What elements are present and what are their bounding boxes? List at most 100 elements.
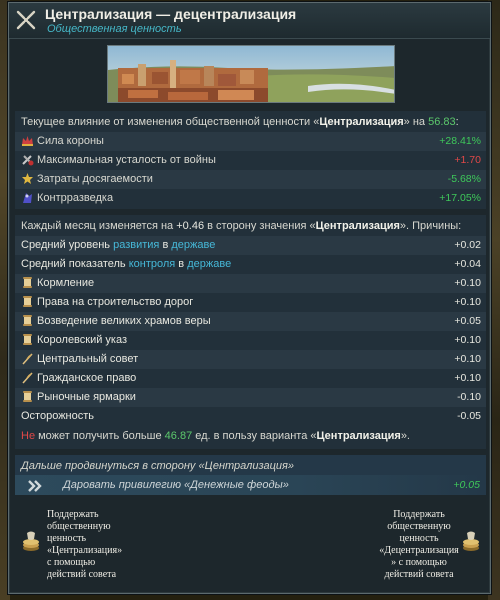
quill-icon — [21, 371, 34, 384]
reason-value: +0.10 — [454, 353, 481, 365]
influence-amount: 56.83 — [428, 116, 456, 128]
support-text-line: Поддержать — [47, 509, 99, 520]
effect-row: Сила короны +28.41% — [15, 132, 486, 151]
quill-icon — [21, 352, 34, 365]
reason-row-control: Средний показатель контроля в державе +0… — [15, 255, 486, 274]
support-text-line: Поддержать — [393, 509, 445, 520]
reason-value: +0.04 — [454, 258, 481, 270]
reason-label[interactable]: Рыночные ярмарки — [37, 391, 136, 403]
limit-value-name[interactable]: Централизация — [317, 430, 401, 442]
reason-label[interactable]: Гражданское право — [37, 372, 136, 384]
support-text-line: действий совета — [47, 569, 117, 580]
effect-row: Контрразведка +17.05% — [15, 189, 486, 208]
support-text-line: с помощью — [47, 557, 96, 568]
reason-value: +0.10 — [454, 277, 481, 289]
influence-header-mid: » на — [403, 116, 429, 128]
tooltip-subtitle: Общественная ценность — [47, 23, 182, 35]
scales-icon — [15, 9, 37, 31]
effect-value: +17.05% — [439, 192, 481, 204]
effect-label: Контрразведка — [37, 192, 114, 204]
reason-value: +0.02 — [454, 239, 481, 251]
reason-value: +0.05 — [454, 315, 481, 327]
influence-header: Текущее влияние от изменения общественно… — [15, 113, 486, 132]
reason-text: в — [159, 239, 172, 251]
current-influence-section: Текущее влияние от изменения общественно… — [15, 111, 486, 209]
limit-prefix: Не — [21, 430, 36, 442]
coin-icon[interactable] — [21, 530, 41, 554]
reason-value: +0.10 — [454, 334, 481, 346]
monthly-header-prefix: Каждый месяц изменяется на — [21, 220, 177, 232]
future-title: Дальше продвинуться в сторону «Централиз… — [21, 460, 295, 472]
influence-header-suffix: : — [455, 116, 459, 128]
support-text-line: «Централизация» — [47, 545, 123, 556]
limit-amount: 46.87 — [164, 430, 193, 442]
reason-label[interactable]: Права на строительство дорог — [37, 296, 193, 308]
support-centralization-button[interactable]: Поддержать общественную ценность «Центра… — [47, 509, 167, 581]
city-banner-image — [107, 45, 395, 103]
effect-value: +1.70 — [454, 154, 481, 166]
privilege-row[interactable]: Даровать привилегию «Денежные феоды» +0.… — [15, 475, 486, 495]
monthly-header-suffix: ». Причины: — [399, 220, 462, 232]
country-link[interactable]: державе — [187, 258, 231, 270]
monthly-header: Каждый месяц изменяется на +0.46 в сторо… — [15, 217, 486, 236]
tooltip-header: Централизация — децентрализация Обществе… — [9, 3, 490, 39]
effect-label: Затраты досягаемости — [37, 173, 153, 185]
effect-value: +28.41% — [439, 135, 481, 147]
monthly-header-mid: в сторону значения « — [204, 220, 316, 232]
limit-text: может получить больше — [35, 430, 165, 442]
effect-value: -5.68% — [447, 173, 481, 185]
influence-header-prefix: Текущее влияние от изменения общественно… — [21, 116, 320, 128]
reason-row: Гражданское право +0.10 — [15, 369, 486, 388]
support-text-line: действий совета — [384, 569, 454, 580]
reach-cost-icon — [21, 172, 34, 185]
monthly-value-name[interactable]: Централизация — [316, 220, 400, 232]
influence-value-name[interactable]: Централизация — [319, 116, 403, 128]
counterintelligence-icon — [21, 191, 34, 204]
reason-label[interactable]: Центральный совет — [37, 353, 138, 365]
reason-row: Кормление +0.10 — [15, 274, 486, 293]
reason-value: +0.10 — [454, 296, 481, 308]
double-chevron-icon — [27, 475, 43, 495]
reason-label[interactable]: Королевский указ — [37, 334, 127, 346]
reason-text: Средний показатель — [21, 258, 129, 270]
reason-row: Возведение великих храмов веры +0.05 — [15, 312, 486, 331]
coin-icon[interactable] — [461, 530, 481, 554]
development-link[interactable]: развития — [113, 239, 159, 251]
effect-row: Затраты досягаемости -5.68% — [15, 170, 486, 189]
reason-row-development: Средний уровень развития в державе +0.02 — [15, 236, 486, 255]
limit-suffix: ». — [400, 430, 410, 442]
reason-label[interactable]: Возведение великих храмов веры — [37, 315, 211, 327]
societal-value-tooltip: Централизация — децентрализация Обществе… — [8, 2, 491, 594]
scroll-icon — [21, 295, 34, 308]
country-link[interactable]: державе — [171, 239, 215, 251]
scroll-icon — [21, 390, 34, 403]
privilege-text[interactable]: Даровать привилегию «Денежные феоды» — [63, 475, 289, 495]
scroll-icon — [21, 276, 34, 289]
reason-value: -0.10 — [457, 391, 481, 403]
reason-value: -0.05 — [457, 410, 481, 422]
effect-row: Максимальная усталость от войны +1.70 — [15, 151, 486, 170]
effect-label: Сила короны — [37, 135, 104, 147]
limit-note: Не может получить больше 46.87 ед. в пол… — [15, 427, 486, 446]
reason-row: Центральный совет +0.10 — [15, 350, 486, 369]
scroll-icon — [21, 333, 34, 346]
reason-text: в — [175, 258, 188, 270]
monthly-change-section: Каждый месяц изменяется на +0.46 в сторо… — [15, 215, 486, 449]
reason-label: Осторожность — [21, 410, 95, 422]
support-text-line: общественную — [47, 521, 111, 532]
reason-text: Средний уровень — [21, 239, 114, 251]
control-link[interactable]: контроля — [129, 258, 176, 270]
support-text-line: ценность — [47, 533, 87, 544]
reason-row: Права на строительство дорог +0.10 — [15, 293, 486, 312]
scroll-icon — [21, 314, 34, 327]
reason-row: Рыночные ярмарки -0.10 — [15, 388, 486, 407]
reason-row: Королевский указ +0.10 — [15, 331, 486, 350]
future-section: Дальше продвинуться в сторону «Централиз… — [15, 455, 486, 495]
monthly-amount: +0.46 — [176, 220, 205, 232]
limit-text: ед. в пользу варианта « — [192, 430, 317, 442]
war-exhaustion-icon — [21, 153, 34, 166]
tooltip-title: Централизация — децентрализация — [45, 6, 297, 22]
crown-icon — [21, 134, 34, 147]
reason-value: +0.10 — [454, 372, 481, 384]
reason-label[interactable]: Кормление — [37, 277, 94, 289]
